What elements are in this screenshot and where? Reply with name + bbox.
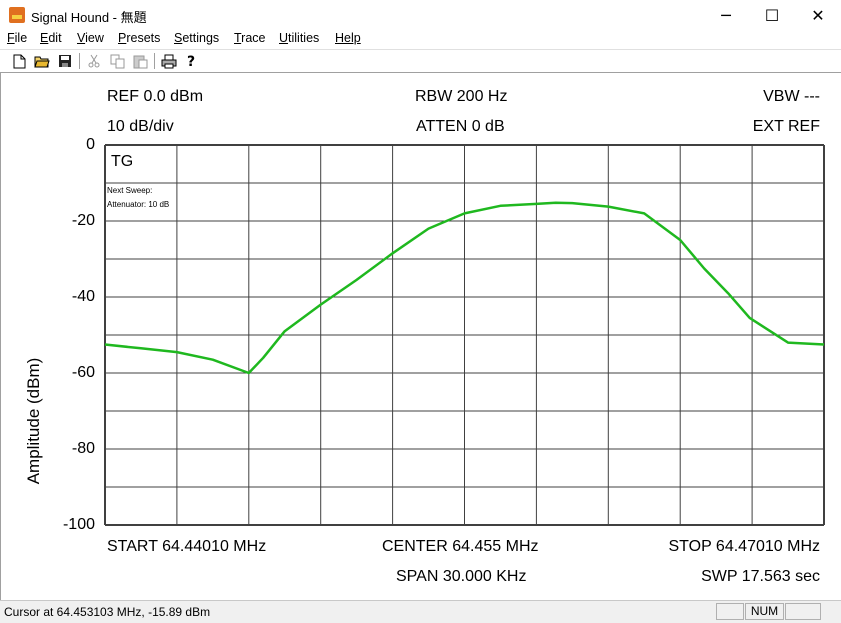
center-freq-label: CENTER 64.455 MHz [382,538,539,555]
menu-utilities-accel: U [279,31,289,45]
stop-freq-label: STOP 64.47010 MHz [668,538,821,555]
menu-bar: File Edit View Presets Settings Trace Ut… [0,30,841,49]
toolbar-separator [79,53,80,69]
menu-file[interactable]: File [7,31,27,45]
minimize-button[interactable]: ─ [703,0,749,30]
grid [104,144,825,526]
maximize-button[interactable]: ☐ [749,0,795,30]
status-panel-scroll [785,603,821,620]
print-icon[interactable] [160,52,178,70]
sweep-time-label: SWP 17.563 sec [701,568,820,585]
status-panel-caps [716,603,744,620]
tg-label: TG [111,153,134,170]
menu-settings[interactable]: Settings [174,31,219,45]
attenuator-note: Attenuator: 10 dB [107,200,170,209]
help-icon[interactable]: ? [183,52,201,70]
status-panel-num: NUM [745,603,784,620]
menu-presets-label: resets [126,31,161,45]
menu-view[interactable]: View [77,31,104,45]
menu-view-label: iew [85,31,104,45]
cut-icon[interactable] [85,52,103,70]
next-sweep-label: Next Sweep: [107,186,153,195]
menu-edit[interactable]: Edit [40,31,62,45]
window-title: Signal Hound - 無題 [31,10,147,25]
copy-icon[interactable] [108,52,126,70]
status-bar: Cursor at 64.453103 MHz, -15.89 dBm NUM [0,600,841,623]
menu-utilities[interactable]: Utilities [279,31,319,45]
menu-file-accel: F [7,31,15,45]
start-freq-label: START 64.44010 MHz [107,538,267,555]
toolbar: ? [0,49,841,73]
close-button[interactable]: ✕ [795,0,841,30]
spectrum-display: REF 0.0 dBm 10 dB/div RBW 200 Hz ATTEN 0… [0,72,841,600]
menu-edit-label: dit [48,31,62,45]
signal-hound-app-icon [9,7,25,23]
menu-settings-label: ettings [182,31,220,45]
menu-utilities-label: tilities [288,31,320,45]
menu-presets[interactable]: Presets [118,31,160,45]
span-label: SPAN 30.000 KHz [396,568,527,585]
menu-trace-label: race [241,31,266,45]
cursor-readout: Cursor at 64.453103 MHz, -15.89 dBm [4,605,211,619]
title-bar: Signal Hound - 無題 ─ ☐ ✕ [0,0,841,30]
menu-view-accel: V [77,31,86,45]
menu-help[interactable]: Help [335,31,361,45]
paste-icon[interactable] [131,52,149,70]
menu-file-label: ile [14,31,28,45]
svg-text:?: ? [187,54,195,69]
toolbar-separator [154,53,155,69]
save-icon[interactable] [56,52,74,70]
new-file-icon[interactable] [10,52,28,70]
open-folder-icon[interactable] [33,52,51,70]
menu-trace[interactable]: Trace [234,31,266,45]
